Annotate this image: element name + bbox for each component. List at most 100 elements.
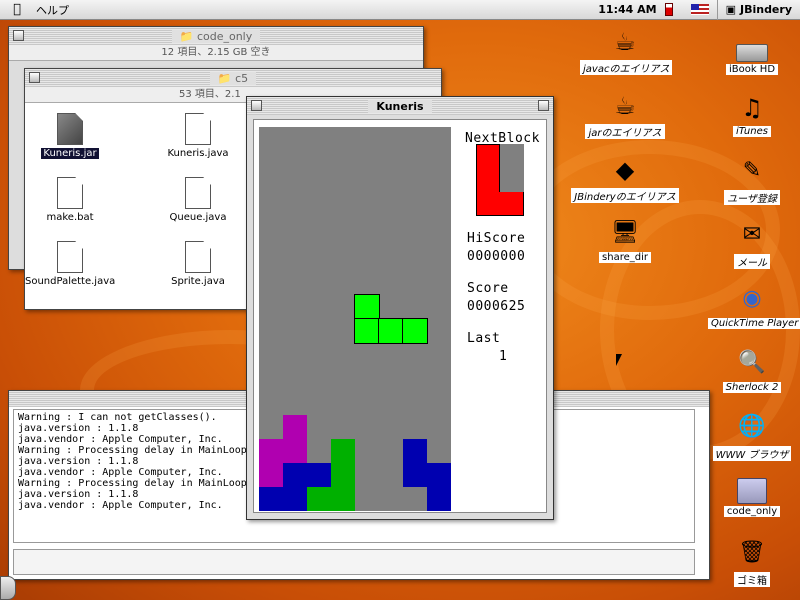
hard-disk-icon (736, 44, 768, 62)
board-block (427, 463, 451, 487)
board-block (354, 294, 380, 320)
pc-document-icon (57, 177, 83, 209)
window-kuneris[interactable]: Kuneris NextBlock HiScore 0000000 Score … (246, 96, 554, 520)
desktop-trash[interactable]: 🗑 ゴミ箱 (726, 540, 778, 587)
last-value: 1 (499, 349, 508, 364)
console-input[interactable] (13, 549, 695, 575)
file-label: Queue.java (169, 212, 227, 223)
board-block (259, 439, 283, 463)
icon-label: JBinderyのエイリアス (571, 188, 679, 203)
close-box[interactable] (251, 100, 262, 111)
java-cup-icon: ☕ (614, 28, 636, 56)
menubar-clock[interactable]: 11:44 AM (592, 3, 662, 16)
file-sprite-java[interactable]: Sprite.java (153, 241, 243, 287)
file-kuneris-jar[interactable]: Kuneris.jar (25, 113, 115, 159)
last-label: Last (467, 331, 501, 346)
globe-icon: 🌐 (738, 414, 766, 439)
titlebar[interactable]: 📁 code_only (9, 27, 423, 45)
board-block (283, 439, 307, 463)
desktop-share-dir[interactable]: 🖥 share_dir (590, 220, 660, 263)
desktop-user-registration[interactable]: ✎ ユーザ登録 (718, 158, 786, 205)
window-tab-handle[interactable] (0, 576, 16, 600)
keyboard-flag-icon[interactable] (690, 4, 709, 15)
desktop-code-only-folder[interactable]: code_only (720, 478, 784, 517)
file-label: make.bat (46, 212, 94, 223)
document-icon (185, 113, 211, 145)
board-block (331, 487, 355, 511)
mail-icon: ✉ (742, 222, 762, 247)
file-soundpalette-java[interactable]: SoundPalette.java (25, 241, 115, 287)
desktop-quicktime[interactable]: ◉ QuickTime Player (708, 286, 800, 329)
board-block (259, 463, 283, 487)
desktop-www-browser[interactable]: 🌐 WWW ブラウザ (710, 414, 794, 461)
battery-icon[interactable] (664, 3, 673, 16)
application-menu[interactable]: ▣ JBindery (716, 0, 800, 20)
file-queue-java[interactable]: Queue.java (153, 177, 243, 223)
hiscore-value: 0000000 (467, 249, 526, 264)
game-board[interactable] (259, 127, 451, 511)
board-block (283, 487, 307, 511)
document-icon (57, 241, 83, 273)
board-block (403, 463, 427, 487)
window-info: 12 項目、2.15 GB 空き (9, 45, 423, 61)
board-block (403, 439, 427, 463)
icon-label: QuickTime Player (708, 318, 800, 329)
jar-file-icon (57, 113, 83, 145)
file-label: SoundPalette.java (25, 276, 116, 287)
icon-label: iTunes (733, 126, 771, 137)
file-kuneris-java[interactable]: Kuneris.java (153, 113, 243, 159)
board-block (307, 463, 331, 487)
file-label: Sprite.java (171, 276, 225, 287)
score-label: Score (467, 281, 509, 296)
app-icon: ▣ (725, 3, 736, 16)
board-block (331, 463, 355, 487)
window-title: c5 (235, 71, 249, 85)
desktop-jar-alias[interactable]: ☕ jarのエイリアス (580, 92, 670, 139)
menu-bar:  ヘルプ 11:44 AM ▣JBindery (0, 0, 800, 20)
icon-label: ユーザ登録 (724, 190, 780, 205)
icon-label: code_only (723, 506, 781, 517)
mouse-cursor-icon (616, 354, 622, 366)
folder-icon: 📁 (179, 29, 194, 43)
icon-label: iBook HD (725, 64, 779, 75)
board-block (354, 318, 380, 344)
next-block-piece-foot (476, 192, 524, 216)
desktop-mail[interactable]: ✉ メール (724, 222, 780, 269)
board-block (283, 415, 307, 439)
window-title: code_only (196, 29, 253, 43)
hiscore-label: HiScore (467, 231, 526, 246)
trash-icon: 🗑 (738, 540, 766, 565)
file-label: Kuneris.java (167, 148, 229, 159)
shared-folder-icon: 🖥 (611, 220, 639, 245)
document-icon (185, 241, 211, 273)
file-make-bat[interactable]: make.bat (25, 177, 115, 223)
board-block (378, 318, 404, 344)
apple-menu-icon[interactable]:  (6, 2, 28, 17)
board-block (402, 318, 428, 344)
close-box[interactable] (13, 30, 24, 41)
icon-label: ゴミ箱 (734, 572, 770, 587)
menu-help[interactable]: ヘルプ (28, 2, 77, 18)
desktop-ibook-hd[interactable]: iBook HD (720, 40, 784, 75)
icon-label: share_dir (599, 252, 651, 263)
icon-label: メール (734, 254, 770, 269)
registration-icon: ✎ (742, 158, 762, 183)
icon-label: Sherlock 2 (722, 382, 782, 393)
desktop-jbindery-alias[interactable]: ◆ JBinderyのエイリアス (570, 156, 680, 203)
itunes-icon: ♫ (741, 94, 763, 122)
desktop-itunes[interactable]: ♫ iTunes (724, 94, 780, 137)
folder-icon: 📁 (217, 71, 232, 85)
java-cup-icon: ☕ (614, 92, 636, 120)
board-block (259, 487, 283, 511)
icon-label: javacのエイリアス (580, 60, 673, 75)
titlebar[interactable]: Kuneris (247, 97, 553, 115)
desktop-sherlock[interactable]: 🔍 Sherlock 2 (720, 350, 784, 393)
desktop-javac-alias[interactable]: ☕ javacのエイリアス (580, 28, 673, 75)
quicktime-icon: ◉ (742, 286, 762, 311)
folder-icon (737, 478, 767, 504)
board-block (283, 463, 307, 487)
close-box[interactable] (29, 72, 40, 83)
collapse-box[interactable] (538, 100, 549, 111)
titlebar[interactable]: 📁 c5 (25, 69, 441, 87)
score-value: 0000625 (467, 299, 526, 314)
